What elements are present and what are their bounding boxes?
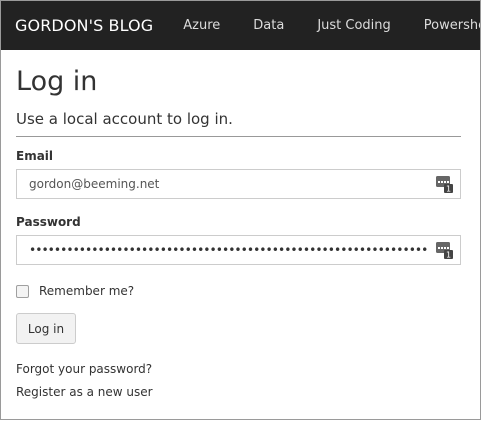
nav-item-powershell[interactable]: Powershell: [424, 18, 480, 33]
nav-item-azure[interactable]: Azure: [183, 18, 220, 33]
remember-me-row: Remember me?: [16, 284, 461, 298]
password-label: Password: [16, 215, 81, 229]
remember-me-checkbox[interactable]: [16, 284, 29, 298]
forgot-password-link[interactable]: Forgot your password?: [16, 362, 461, 376]
login-button[interactable]: Log in: [16, 313, 76, 344]
password-manager-key-icon[interactable]: 1: [436, 242, 453, 259]
nav-item-data[interactable]: Data: [253, 18, 284, 33]
brand-link[interactable]: GORDON'S BLOG: [1, 16, 153, 35]
register-link[interactable]: Register as a new user: [16, 385, 461, 399]
email-field[interactable]: [17, 170, 429, 198]
browser-viewport: GORDON'S BLOG Azure Data Just Coding Pow…: [0, 0, 481, 420]
login-content: Log in Use a local account to log in. Em…: [1, 68, 461, 399]
password-field[interactable]: [17, 236, 429, 264]
password-manager-key-icon[interactable]: 1: [436, 176, 453, 193]
email-label: Email: [16, 149, 54, 163]
svg-text:1: 1: [446, 185, 451, 194]
remember-me-label[interactable]: Remember me?: [39, 284, 134, 298]
svg-text:1: 1: [446, 251, 451, 260]
page-subtitle: Use a local account to log in.: [16, 110, 461, 137]
page-title: Log in: [16, 66, 98, 97]
password-field-wrapper: 1: [16, 235, 461, 265]
nav-item-just-coding[interactable]: Just Coding: [317, 18, 390, 33]
navbar: GORDON'S BLOG Azure Data Just Coding Pow…: [1, 1, 480, 50]
email-field-wrapper: 1: [16, 169, 461, 199]
